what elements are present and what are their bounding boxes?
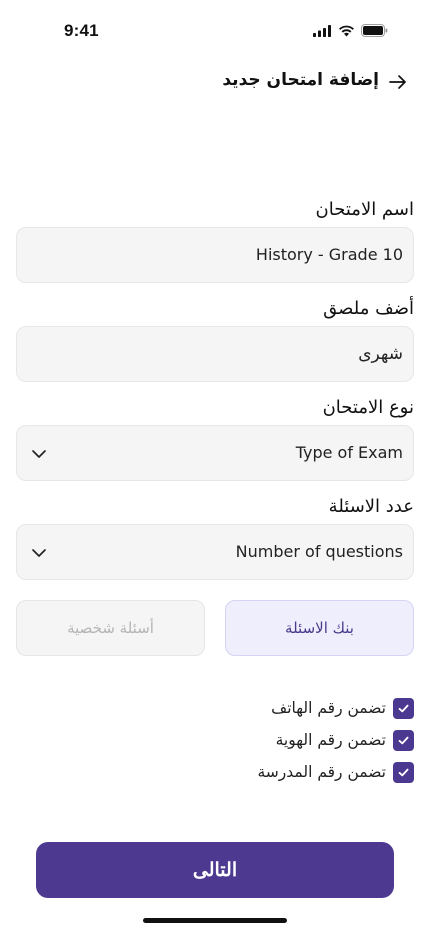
exam-type-select[interactable]: Type of Exam [16,425,414,481]
status-bar: 9:41 [0,0,430,62]
question-count-label: عدد الاسئلة [328,496,414,517]
exam-name-input[interactable]: History - Grade 10 [16,227,414,283]
header: إضافة امتحان جديد [0,66,430,100]
exam-type-value: Type of Exam [295,443,403,462]
chevron-down-icon [32,450,46,458]
option-label: تضمن رقم المدرسة [257,763,387,781]
exam-name-value: History - Grade 10 [255,245,403,264]
checkbox-checked[interactable] [393,697,414,719]
exam-type-label: نوع الامتحان [322,397,414,418]
check-icon [398,768,409,776]
signal-icon [313,24,331,37]
status-time: 9:41 [64,21,99,40]
check-icon [398,704,409,712]
checkbox-checked[interactable] [393,729,414,751]
chevron-down-icon [32,549,46,557]
personal-questions-button[interactable]: أسئلة شخصية [16,600,205,656]
page-title: إضافة امتحان جديد [222,70,379,90]
option-include-id[interactable]: تضمن رقم الهوية [276,729,414,751]
checkbox-checked[interactable] [393,761,414,783]
sticker-label: أضف ملصق [323,298,414,319]
option-include-school[interactable]: تضمن رقم المدرسة [257,761,414,783]
battery-icon [361,24,388,37]
back-button[interactable] [386,70,410,94]
option-label: تضمن رقم الهوية [275,731,386,749]
check-icon [398,736,409,744]
exam-name-label: اسم الامتحان [315,199,414,220]
status-icons [313,24,388,37]
option-include-phone[interactable]: تضمن رقم الهاتف [271,697,414,719]
question-count-value: Number of questions [235,542,403,561]
next-button[interactable]: التالى [36,842,394,898]
sticker-input[interactable]: شهرى [16,326,414,382]
question-count-select[interactable]: Number of questions [16,524,414,580]
option-label: تضمن رقم الهاتف [271,699,386,717]
sticker-value: شهرى [358,344,403,364]
wifi-icon [339,25,354,36]
home-indicator [143,918,287,923]
question-bank-button[interactable]: بنك الاسئلة [225,600,414,656]
arrow-right-icon [389,75,406,89]
